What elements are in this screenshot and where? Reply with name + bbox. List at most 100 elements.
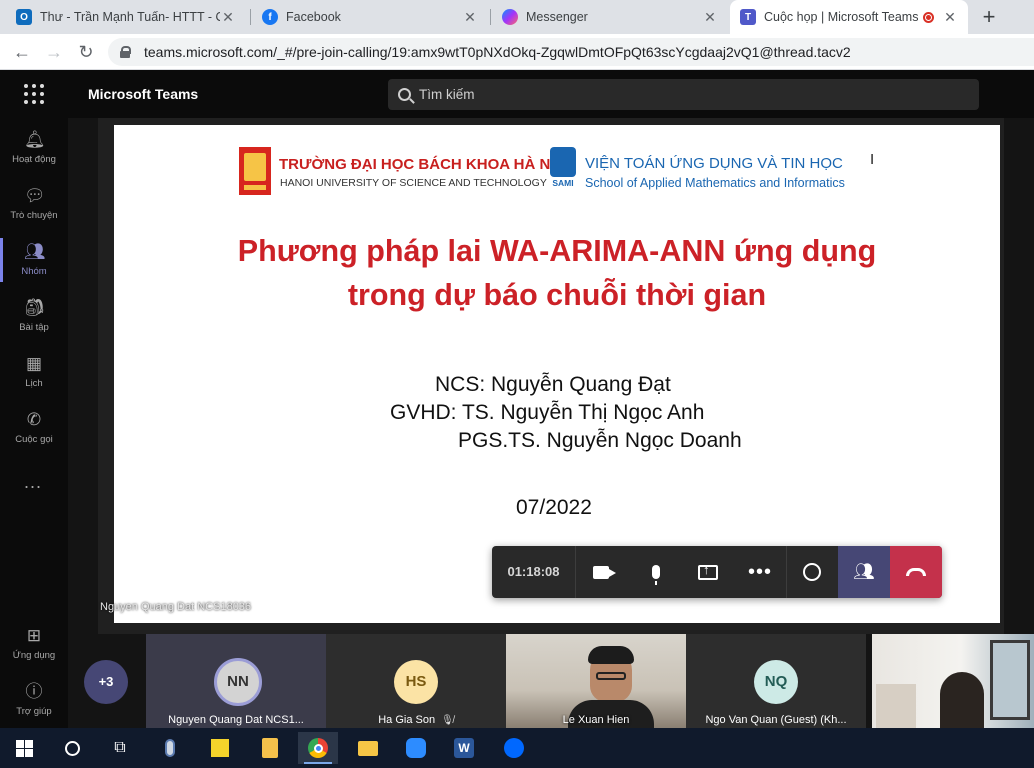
slide-title-line-1: Phương pháp lai WA-ARIMA-ANN ứng dụng	[237, 234, 877, 268]
back-arrow-icon[interactable]: ←	[10, 40, 34, 64]
tab-title: Messenger	[526, 10, 588, 24]
word-app[interactable]: W	[444, 732, 484, 764]
document-app-icon	[262, 738, 278, 758]
participant-name-row: Ha Gia Son 🎙︎̸	[326, 714, 506, 726]
zoom-icon	[406, 738, 426, 758]
more-icon: •••	[747, 560, 772, 583]
sami-logo: SAMI	[548, 147, 578, 195]
new-tab-button[interactable]: +	[978, 4, 1000, 30]
more-actions-button[interactable]: •••	[734, 546, 786, 598]
participant-video-tile[interactable]	[872, 634, 1034, 728]
app-launcher-icon[interactable]	[24, 84, 44, 104]
rail-label: Lịch	[25, 378, 43, 389]
teams-icon: T	[740, 9, 756, 25]
zalo-icon	[504, 738, 524, 758]
rail-item-assignments[interactable]: 🎒︎ Bài tập	[0, 288, 68, 344]
more-participants-button[interactable]: +3	[84, 660, 128, 704]
participants-button[interactable]: 👥︎	[838, 546, 890, 598]
avatar: NQ	[754, 660, 798, 704]
camera-button[interactable]	[578, 546, 630, 598]
microphone-icon	[652, 565, 660, 585]
institute-name-vn: VIỆN TOÁN ỨNG DỤNG VÀ TIN HỌC	[585, 155, 843, 172]
chat-icon: 💬︎	[24, 186, 46, 205]
rail-label: Nhóm	[21, 266, 47, 277]
file-explorer-app[interactable]	[348, 732, 388, 764]
meeting-controls: 01:18:08 ••• 👥︎	[492, 546, 942, 598]
sticky-notes-app[interactable]	[200, 732, 240, 764]
search-input[interactable]: Tìm kiếm	[388, 79, 979, 110]
microphone-app-icon	[165, 739, 175, 757]
assignments-icon: 🎒︎	[24, 298, 46, 317]
participant-video-person	[940, 672, 984, 728]
chat-button[interactable]	[786, 546, 838, 598]
share-screen-icon	[698, 562, 718, 580]
word-icon: W	[454, 738, 474, 758]
slide-date: 07/2022	[516, 496, 592, 519]
participant-tile[interactable]: HS Ha Gia Son 🎙︎̸	[326, 634, 506, 728]
rail-label: Trợ giúp	[16, 706, 52, 717]
rail-item-activity[interactable]: 🔔︎ Hoạt động	[0, 120, 68, 176]
rail-item-help[interactable]: ⓘ Trợ giúp	[0, 672, 68, 728]
close-tab-icon[interactable]: ✕	[220, 9, 236, 26]
start-button[interactable]	[4, 732, 44, 764]
avatar: HS	[394, 660, 438, 704]
microphone-button[interactable]	[630, 546, 682, 598]
participant-name: Ngo Van Quan (Guest) (Kh...	[705, 714, 847, 726]
tab-teams[interactable]: T Cuộc họp | Microsoft Teams ✕	[730, 0, 968, 34]
search-taskbar-button[interactable]	[52, 732, 92, 764]
task-view-button[interactable]: ⧉	[100, 732, 140, 764]
tab-title: Cuộc họp | Microsoft Teams	[764, 10, 919, 24]
url-text: teams.microsoft.com/_#/pre-join-calling/…	[144, 44, 851, 60]
close-tab-icon[interactable]: ✕	[942, 9, 958, 26]
hust-logo	[239, 147, 271, 195]
task-view-icon: ⧉	[114, 739, 126, 756]
recording-icon	[923, 11, 934, 23]
voice-recorder-app[interactable]	[150, 732, 190, 764]
leave-call-button[interactable]	[890, 546, 942, 598]
phone-icon: ✆	[26, 410, 42, 429]
windows-taskbar: ⧉ W	[0, 728, 1034, 768]
rail-item-teams[interactable]: 👥︎ Nhóm	[0, 232, 68, 288]
participant-name: Nguyen Quang Dat NCS1...	[168, 714, 304, 726]
participant-video-tile[interactable]: Le Xuan Hien	[506, 634, 686, 728]
share-screen-button[interactable]	[682, 546, 734, 598]
participant-tile[interactable]: NN Nguyen Quang Dat NCS1...	[146, 634, 326, 728]
lock-icon	[120, 46, 131, 58]
search-placeholder: Tìm kiếm	[419, 87, 475, 102]
url-field[interactable]: teams.microsoft.com/_#/pre-join-calling/…	[108, 38, 1034, 66]
hang-up-icon	[906, 568, 926, 576]
close-tab-icon[interactable]: ✕	[462, 9, 478, 26]
forward-arrow-icon[interactable]: →	[42, 40, 66, 64]
participant-video-person	[588, 646, 634, 702]
slide-author: NCS: Nguyễn Quang Đạt	[435, 373, 671, 396]
rail-item-calls[interactable]: ✆ Cuộc gọi	[0, 400, 68, 456]
zoom-app[interactable]	[396, 732, 436, 764]
messenger-icon	[502, 9, 518, 25]
tab-separator	[490, 9, 491, 25]
rail-label: Trò chuyện	[10, 210, 58, 221]
camera-icon	[593, 565, 616, 579]
tab-title: Thư - Trần Mạnh Tuấn- HTTT - O	[40, 10, 220, 24]
tab-messenger[interactable]: Messenger ✕	[492, 0, 728, 34]
reload-icon[interactable]: ↻	[74, 40, 98, 64]
browser-tab-strip: O Thư - Trần Mạnh Tuấn- HTTT - O ✕ f Fac…	[0, 0, 1034, 34]
file-app[interactable]	[250, 732, 290, 764]
participant-video-window	[990, 640, 1030, 720]
outlook-icon: O	[16, 9, 32, 25]
tab-outlook[interactable]: O Thư - Trần Mạnh Tuấn- HTTT - O ✕	[6, 0, 246, 34]
people-icon: 👥︎	[853, 562, 875, 581]
rail-item-calendar[interactable]: ▦ Lịch	[0, 344, 68, 400]
close-tab-icon[interactable]: ✕	[702, 9, 718, 26]
zalo-app[interactable]	[494, 732, 534, 764]
chrome-app[interactable]	[298, 732, 338, 764]
participant-tile[interactable]: NQ Ngo Van Quan (Guest) (Kh...	[686, 634, 866, 728]
rail-label: Cuộc gọi	[15, 434, 53, 445]
tab-title: Facebook	[286, 10, 341, 24]
participant-video-shelf	[876, 684, 916, 728]
teams-header: Microsoft Teams Tìm kiếm	[0, 70, 1034, 118]
tab-facebook[interactable]: f Facebook ✕	[252, 0, 488, 34]
apps-icon: ⊞	[26, 626, 42, 645]
rail-item-apps[interactable]: ⊞ Ứng dụng	[0, 616, 68, 672]
rail-item-chat[interactable]: 💬︎ Trò chuyện	[0, 176, 68, 232]
more-apps-icon[interactable]: ...	[24, 472, 42, 493]
